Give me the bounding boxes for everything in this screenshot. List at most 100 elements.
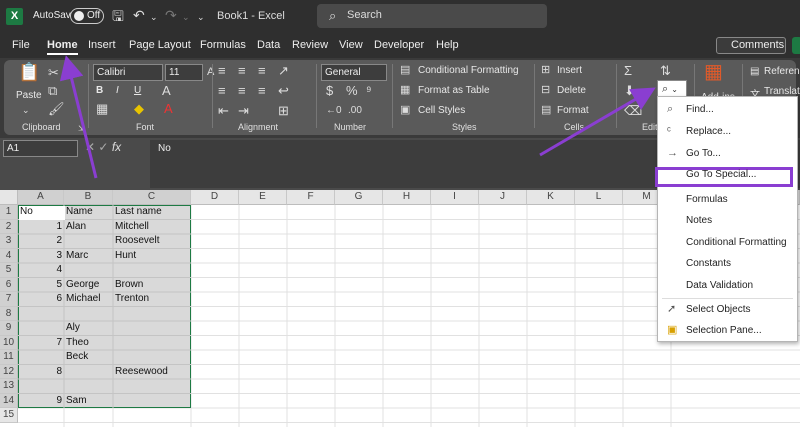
orientation-icon[interactable]: ↗ (278, 64, 289, 77)
decrease-decimal-icon[interactable]: .00 (348, 104, 362, 117)
tab-formulas[interactable]: Formulas (200, 39, 246, 51)
fx-icon[interactable]: fx (112, 140, 121, 154)
row-header[interactable]: 11 (0, 350, 18, 365)
name-box[interactable]: A1 (3, 140, 78, 157)
references-button[interactable]: Referenc (764, 66, 800, 77)
column-header[interactable]: J (479, 190, 527, 205)
font-size-box[interactable]: 11 (165, 64, 203, 81)
format-as-table-button[interactable]: Format as Table (418, 85, 490, 96)
cell-c2[interactable]: Mitchell (115, 220, 149, 234)
cell-c7[interactable]: Trenton (115, 292, 149, 306)
conditional-formatting-button[interactable]: Conditional Formatting (418, 65, 519, 76)
cell-b9[interactable]: Aly (66, 321, 80, 335)
cell-a5[interactable]: 4 (20, 263, 62, 277)
format-painter-icon[interactable]: 🖌 (48, 102, 65, 115)
column-header[interactable]: C (113, 190, 191, 205)
row-header[interactable]: 13 (0, 379, 18, 394)
row-header[interactable]: 9 (0, 321, 18, 336)
format-button[interactable]: Format (557, 105, 589, 116)
row-header[interactable]: 3 (0, 234, 18, 249)
align-middle-icon[interactable]: ≡ (238, 64, 246, 77)
italic-icon[interactable]: I (116, 85, 119, 96)
cell-a12[interactable]: 8 (20, 365, 62, 379)
addins-icon[interactable]: ▦ (704, 62, 723, 82)
tab-page-layout[interactable]: Page Layout (129, 39, 191, 51)
comments-button[interactable]: Comments (716, 37, 786, 54)
row-header[interactable]: 8 (0, 306, 18, 321)
menu-item-formulas[interactable]: Formulas (658, 189, 797, 210)
menu-item-find[interactable]: ⌕ Find... (658, 99, 797, 120)
clear-icon[interactable]: ⌫ (624, 104, 642, 117)
redo-dropdown-icon[interactable]: ⌄ (182, 10, 190, 24)
column-header[interactable]: B (64, 190, 113, 205)
grow-font-icon[interactable]: A (162, 84, 171, 97)
cell-b11[interactable]: Beck (66, 350, 88, 364)
tab-data[interactable]: Data (257, 39, 280, 51)
paste-icon[interactable]: 📋 (18, 63, 40, 81)
cell-b4[interactable]: Marc (66, 249, 88, 263)
menu-item-data-validation[interactable]: Data Validation (658, 275, 797, 296)
row-header[interactable]: 1 (0, 205, 18, 220)
tab-review[interactable]: Review (292, 39, 328, 51)
menu-item-notes[interactable]: Notes (658, 210, 797, 231)
column-header[interactable]: H (383, 190, 431, 205)
cell-c1[interactable]: Last name (115, 205, 162, 219)
row-header[interactable]: 12 (0, 364, 18, 379)
undo-icon[interactable]: ↶ (133, 8, 145, 22)
font-color-icon[interactable]: A (164, 102, 173, 115)
row-header[interactable]: 14 (0, 393, 18, 408)
tab-file[interactable]: File (12, 39, 30, 51)
menu-item-selection-pane[interactable]: ▣ Selection Pane... (658, 320, 797, 341)
increase-decimal-icon[interactable]: ←0 (326, 104, 342, 117)
row-header[interactable]: 4 (0, 248, 18, 263)
decrease-indent-icon[interactable]: ⇤ (218, 104, 229, 117)
fill-color-icon[interactable]: ◆ (134, 102, 144, 115)
increase-indent-icon[interactable]: ⇥ (238, 104, 249, 117)
tab-home[interactable]: Home (47, 39, 78, 51)
merge-center-icon[interactable]: ⊞ (278, 104, 289, 117)
row-header[interactable]: 6 (0, 277, 18, 292)
tab-help[interactable]: Help (436, 39, 459, 51)
tab-developer[interactable]: Developer (374, 39, 424, 51)
undo-dropdown-icon[interactable]: ⌄ (150, 10, 158, 24)
cell-a3[interactable]: 2 (20, 234, 62, 248)
bold-icon[interactable]: B (96, 85, 103, 96)
row-header[interactable]: 2 (0, 219, 18, 234)
paste-dropdown-icon[interactable]: ⌄ (22, 104, 30, 117)
menu-item-constants[interactable]: Constants (658, 253, 797, 274)
enter-icon[interactable]: ✓ (98, 140, 108, 154)
cell-styles-button[interactable]: Cell Styles (418, 105, 465, 116)
borders-icon[interactable]: ▦ (96, 102, 108, 115)
cell-b10[interactable]: Theo (66, 336, 89, 350)
insert-button[interactable]: Insert (557, 65, 582, 76)
cell-a1[interactable]: No (20, 205, 33, 219)
cell-b6[interactable]: George (66, 278, 99, 292)
percent-icon[interactable]: % (346, 84, 358, 97)
number-format-box[interactable]: General (321, 64, 387, 81)
autosave-toggle[interactable]: Off (70, 8, 104, 24)
currency-icon[interactable]: $ (326, 84, 333, 97)
cell-c4[interactable]: Hunt (115, 249, 136, 263)
cell-a2[interactable]: 1 (20, 220, 62, 234)
align-right-icon[interactable]: ≡ (258, 84, 266, 97)
cell-b1[interactable]: Name (66, 205, 93, 219)
comma-style-icon[interactable]: ⁹ (366, 84, 372, 97)
align-center-icon[interactable]: ≡ (238, 84, 246, 97)
cell-a7[interactable]: 6 (20, 292, 62, 306)
column-header[interactable]: L (575, 190, 623, 205)
search-box[interactable]: ⌕ Search (317, 4, 547, 28)
references-icon[interactable]: ▤ (750, 66, 759, 77)
autosum-icon[interactable]: Σ (624, 64, 632, 77)
column-header[interactable]: D (191, 190, 239, 205)
cut-icon[interactable]: ✂ (48, 66, 59, 79)
column-header[interactable]: F (287, 190, 335, 205)
row-header[interactable]: 10 (0, 335, 18, 350)
fill-icon[interactable]: ⬇ (624, 84, 635, 97)
cell-a4[interactable]: 3 (20, 249, 62, 263)
row-header[interactable]: 5 (0, 263, 18, 278)
save-icon[interactable]: 🖫 (112, 9, 124, 23)
cell-a10[interactable]: 7 (20, 336, 62, 350)
underline-icon[interactable]: U (134, 85, 141, 96)
cell-a6[interactable]: 5 (20, 278, 62, 292)
row-header[interactable]: 7 (0, 292, 18, 307)
